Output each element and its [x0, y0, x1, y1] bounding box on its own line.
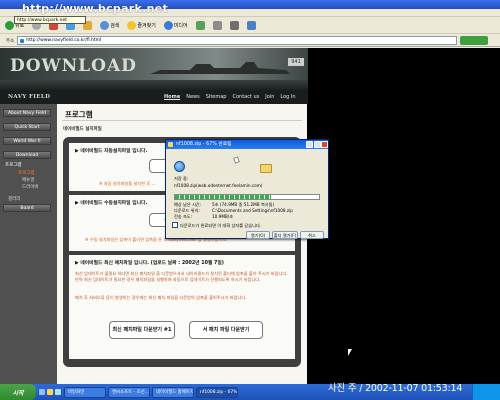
taskbar-item[interactable]: 네이비필드 홈페이지 — [152, 386, 194, 398]
overlay-url: http://www.bcpark.net — [22, 2, 169, 15]
open-button[interactable]: 열기(O) — [246, 231, 270, 239]
patch-server-note: 패치 후 서버오류 등이 발생하는 경우에는 최신 패치 파일을 다운받아 압축… — [75, 295, 247, 300]
sidebar-ww2[interactable]: World War II — [3, 137, 51, 145]
title-divider — [62, 120, 302, 121]
site-logo: DOWNLOAD — [10, 56, 137, 76]
task-list: 바탕화면 앤씨소프트 - 조선... 네이비필드 홈페이지 nf1008.zip - … — [62, 386, 238, 398]
folder-shortcut-icon[interactable] — [47, 389, 53, 395]
start-button[interactable]: 시작 — [0, 384, 36, 400]
sidebar-sub-manual[interactable]: 매뉴얼 — [22, 177, 34, 183]
sidebar-about[interactable]: About Navy Field — [3, 109, 51, 117]
nav-join[interactable]: Join — [265, 94, 274, 100]
taskbar-item[interactable]: 바탕화면 — [64, 386, 106, 398]
download-icon — [168, 142, 173, 147]
cancel-button[interactable]: 취소 — [300, 231, 324, 239]
navy-field-logo[interactable]: NAVY FIELD — [8, 94, 164, 100]
saving-label: 저장 중: — [174, 176, 189, 181]
system-tray — [472, 384, 500, 400]
go-button[interactable] — [460, 36, 489, 45]
globe-icon — [174, 161, 185, 172]
folder-icon — [260, 164, 272, 173]
sidebar-sub-driver[interactable]: 드라이버 — [22, 184, 39, 190]
minimize-button[interactable] — [306, 141, 313, 148]
patch-section: ▶ 네이비필드 최신 패치파일 입니다. (업로드 날짜 : 2002년 10월… — [69, 255, 295, 359]
banner-badge: 941 — [288, 58, 304, 66]
print-icon — [229, 20, 239, 30]
nav-contact[interactable]: Contact us — [232, 94, 259, 100]
target-value: C:\Documents and Settings\nf1008.zip — [212, 208, 293, 213]
site-banner: DOWNLOAD 941 — [0, 48, 308, 90]
sidebar-sub-program[interactable]: 프로그램 — [18, 170, 35, 176]
auto-install-note: ※ 자동 설치파일을 설치한 후 ... — [99, 181, 156, 186]
patch-instructions: 최신 업데이트가 불필요 하다면 최신 패치파일 을 다운받으셔서 네이비필드가… — [75, 271, 288, 282]
nav-sitemap[interactable]: Sitemap — [206, 94, 227, 100]
manual-install-title: ▶ 네이비필드 수동설치파일 입니다. — [75, 201, 148, 206]
sidebar-download[interactable]: Download — [3, 151, 51, 159]
edit-icon — [246, 20, 256, 30]
address-bar: 주소 http://www.navyfield.co.kr/fl.html — [0, 35, 500, 47]
close-when-done-checkbox[interactable] — [172, 222, 178, 228]
search-icon — [100, 20, 110, 30]
file-source: nf1008.zip(web.odenternet.feelamin.com) — [174, 183, 263, 188]
sidebar-gallery[interactable]: 갤러리 — [8, 196, 20, 202]
quick-launch — [36, 389, 62, 395]
favorites-label: 즐겨찾기 — [137, 22, 156, 29]
media-label: 미디어 — [173, 22, 188, 29]
speed-value: 10.9MB/초 — [212, 214, 234, 219]
progress-fill — [175, 195, 272, 199]
sidebar-program-label[interactable]: 프로그램 — [5, 162, 22, 168]
download-dialog: nf1008.zip - 67% 완료됨 저장 중: nf1008.zip(we… — [165, 139, 329, 239]
media-button[interactable]: 미디어 — [162, 19, 190, 32]
search-label: 검색 — [110, 22, 120, 29]
mail-icon — [212, 20, 222, 30]
patch-download-button[interactable]: 최신 패치파일 다운받기 #1 — [109, 321, 175, 339]
flying-document-icon — [233, 156, 240, 164]
battleship-image — [150, 62, 290, 74]
print-button[interactable] — [228, 19, 241, 32]
site-sidebar: About Navy Field Quick Start World War I… — [0, 104, 57, 384]
speed-label: 전송 속도: — [174, 214, 193, 219]
sidebar-board[interactable]: Board — [3, 204, 51, 212]
browser-window: http://www.bcpark.net http://www.bcpark.… — [0, 0, 500, 48]
breadcrumb: 네이비필드 설치파일 — [63, 127, 102, 132]
open-folder-button[interactable]: 폴더 열기(F) — [272, 231, 298, 239]
media-icon — [163, 20, 173, 30]
address-label: 주소 — [6, 38, 15, 44]
server-patch-download-button[interactable]: 서 패치 파일 다운받기 — [189, 321, 263, 339]
nav-news[interactable]: News — [186, 94, 200, 100]
site-nav: NAVY FIELD Home News Sitemap Contact us … — [0, 90, 308, 104]
auto-install-title: ▶ 네이비필드 자동설치파일 입니다. — [75, 149, 148, 154]
ie-icon[interactable] — [39, 389, 45, 395]
address-input[interactable]: http://www.navyfield.co.kr/fl.html — [17, 36, 458, 45]
mail-button[interactable] — [211, 19, 224, 32]
page-background — [308, 48, 500, 384]
star-icon — [127, 20, 137, 30]
search-button[interactable]: 검색 — [98, 19, 121, 32]
nav-home[interactable]: Home — [164, 94, 180, 100]
close-button[interactable] — [321, 141, 328, 148]
maximize-button[interactable] — [314, 141, 321, 148]
favorites-button[interactable]: 즐겨찾기 — [125, 19, 157, 32]
history-button[interactable] — [194, 19, 207, 32]
taskbar-item[interactable]: nf1008.zip - 67% — [196, 386, 238, 398]
dialog-title: nf1008.zip - 67% 완료됨 — [166, 140, 328, 149]
history-icon — [195, 20, 205, 30]
nav-login[interactable]: Log In — [280, 94, 295, 100]
back-arrow-icon — [5, 20, 14, 30]
edit-button[interactable] — [245, 19, 258, 32]
desktop-icon[interactable] — [55, 389, 61, 395]
taskbar-item[interactable]: 앤씨소프트 - 조선... — [108, 386, 150, 398]
close-when-done-label: 다운로드가 완료되면 이 대화 상자를 닫습니다. — [180, 223, 262, 228]
sidebar-quick-start[interactable]: Quick Start — [3, 123, 51, 131]
download-progress-bar — [174, 194, 320, 200]
page-title: 프로그램 — [65, 110, 93, 119]
capture-timestamp: 사진 주 / 2002-11-07 01:53:14 — [328, 383, 463, 394]
url-tooltip: http://www.bcpark.net — [14, 16, 86, 24]
mouse-cursor-icon — [348, 349, 352, 356]
patch-title: ▶ 네이비필드 최신 패치파일 입니다. (업로드 날짜 : 2002년 10월… — [75, 261, 224, 266]
